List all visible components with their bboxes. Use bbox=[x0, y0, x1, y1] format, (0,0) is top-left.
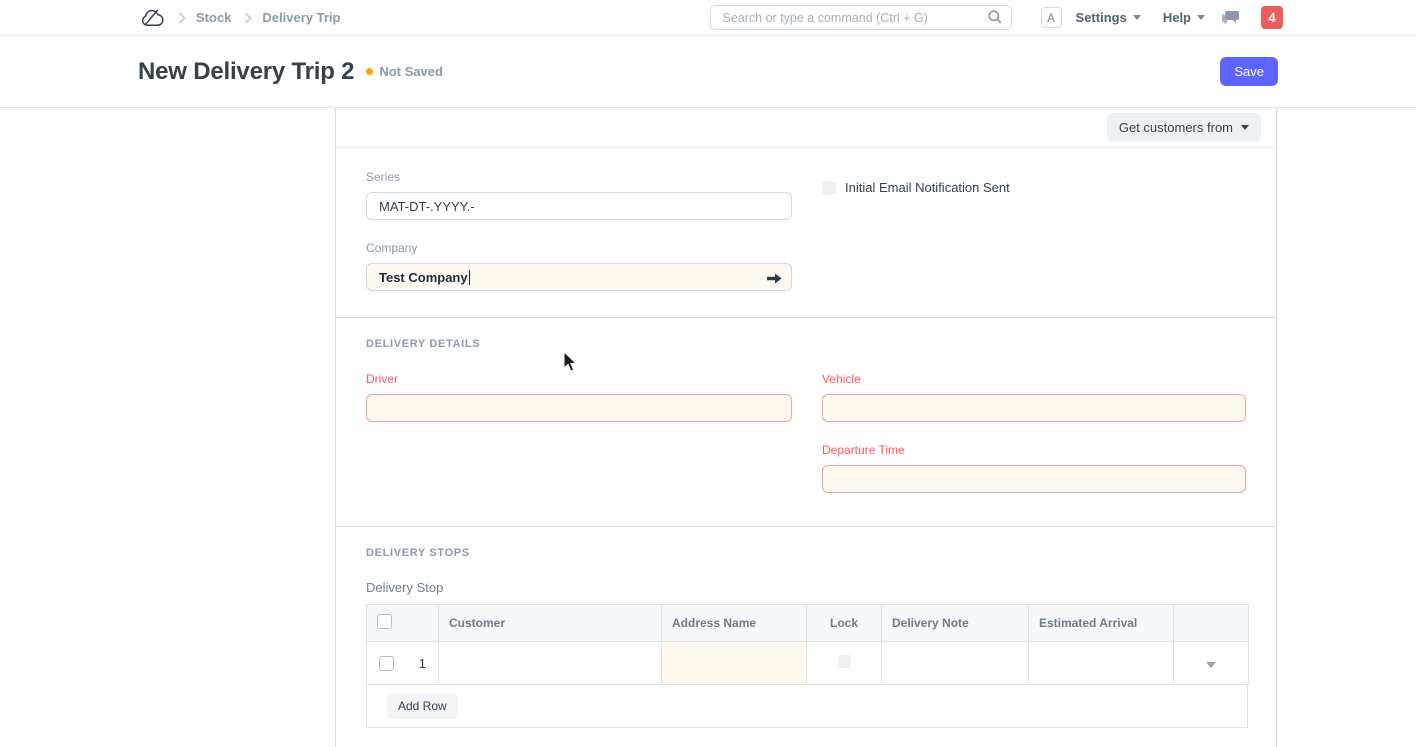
search-icon[interactable] bbox=[987, 9, 1003, 28]
notification-badge[interactable]: 4 bbox=[1261, 6, 1283, 29]
chevron-down-icon bbox=[1133, 15, 1141, 20]
vehicle-label: Vehicle bbox=[822, 372, 1246, 386]
settings-menu[interactable]: Settings bbox=[1076, 10, 1141, 25]
column-estimated-arrival: Estimated Arrival bbox=[1029, 605, 1174, 642]
chevron-down-icon bbox=[1241, 125, 1249, 130]
cell-estimated-arrival[interactable] bbox=[1029, 642, 1174, 685]
table-row: 1 bbox=[367, 642, 1249, 685]
departure-time-label: Departure Time bbox=[822, 443, 1246, 457]
lock-checkbox[interactable] bbox=[838, 655, 851, 668]
initial-email-label: Initial Email Notification Sent bbox=[845, 180, 1010, 195]
series-input[interactable] bbox=[366, 192, 792, 220]
cell-customer[interactable] bbox=[439, 642, 662, 685]
section-delivery-stops: DELIVERY STOPS Delivery Stop Customer Ad… bbox=[336, 527, 1276, 747]
save-button[interactable]: Save bbox=[1220, 57, 1278, 86]
breadcrumb-delivery-trip[interactable]: Delivery Trip bbox=[262, 10, 340, 25]
text-cursor bbox=[469, 270, 470, 285]
delivery-details-heading: DELIVERY DETAILS bbox=[366, 318, 1246, 350]
breadcrumb-stock[interactable]: Stock bbox=[196, 10, 231, 25]
column-customer: Customer bbox=[439, 605, 662, 642]
row-select-checkbox[interactable] bbox=[379, 656, 394, 671]
cell-address-name[interactable] bbox=[662, 642, 807, 685]
select-all-checkbox[interactable] bbox=[377, 614, 392, 629]
initial-email-checkbox[interactable] bbox=[822, 181, 836, 195]
status-indicator: Not Saved bbox=[366, 64, 443, 79]
form-card: Get customers from Series Company Test C… bbox=[335, 108, 1277, 747]
settings-label: Settings bbox=[1076, 10, 1127, 25]
triangle-down-icon[interactable] bbox=[1206, 662, 1216, 668]
company-label: Company bbox=[366, 241, 792, 255]
row-index: 1 bbox=[419, 656, 426, 671]
column-lock: Lock bbox=[807, 605, 882, 642]
search-input[interactable] bbox=[710, 5, 1012, 30]
open-link-arrow-icon[interactable] bbox=[767, 272, 782, 287]
get-customers-from-label: Get customers from bbox=[1119, 120, 1233, 135]
delivery-stop-grid: Customer Address Name Lock Delivery Note… bbox=[366, 604, 1249, 685]
status-text: Not Saved bbox=[379, 64, 443, 79]
page-head: New Delivery Trip 2 Not Saved Save bbox=[0, 36, 1416, 108]
section-main: Series Company Test Company Initial Emai… bbox=[336, 148, 1276, 318]
grid-footer: Add Row bbox=[366, 685, 1248, 728]
navbar-right: A Settings Help 4 bbox=[710, 5, 1283, 30]
help-label: Help bbox=[1163, 10, 1191, 25]
cell-lock[interactable] bbox=[807, 642, 882, 685]
add-row-button[interactable]: Add Row bbox=[387, 693, 458, 719]
departure-time-input[interactable] bbox=[822, 465, 1246, 493]
chat-bubbles-icon[interactable] bbox=[1222, 10, 1241, 26]
navbar: Stock Delivery Trip A Settings Help bbox=[0, 0, 1416, 36]
company-value: Test Company bbox=[379, 270, 468, 285]
vehicle-input[interactable] bbox=[822, 394, 1246, 422]
column-actions bbox=[1174, 605, 1249, 642]
chevron-down-icon bbox=[1197, 15, 1205, 20]
delivery-stop-table-label: Delivery Stop bbox=[366, 581, 1246, 595]
page-title: New Delivery Trip 2 bbox=[138, 58, 354, 86]
breadcrumb-chevron-icon bbox=[244, 12, 252, 24]
delivery-stops-heading: DELIVERY STOPS bbox=[366, 527, 1246, 559]
initial-email-notification-field[interactable]: Initial Email Notification Sent bbox=[822, 148, 1246, 195]
cell-row-menu[interactable] bbox=[1174, 642, 1249, 685]
series-label: Series bbox=[366, 148, 792, 184]
breadcrumb-chevron-icon bbox=[178, 12, 186, 24]
column-address-name: Address Name bbox=[662, 605, 807, 642]
cell-delivery-note[interactable] bbox=[882, 642, 1029, 685]
global-search bbox=[710, 5, 1012, 30]
driver-label: Driver bbox=[366, 372, 792, 386]
user-avatar[interactable]: A bbox=[1041, 7, 1062, 28]
app-logo-cloud-icon[interactable] bbox=[140, 6, 165, 29]
section-delivery-details: DELIVERY DETAILS Driver Vehicle Departur… bbox=[336, 318, 1276, 527]
get-customers-from-button[interactable]: Get customers from bbox=[1107, 113, 1261, 142]
orange-dot-icon bbox=[366, 68, 373, 75]
company-input[interactable]: Test Company bbox=[366, 263, 792, 291]
column-delivery-note: Delivery Note bbox=[882, 605, 1029, 642]
form-toolbar: Get customers from bbox=[336, 108, 1276, 148]
help-menu[interactable]: Help bbox=[1163, 10, 1205, 25]
driver-input[interactable] bbox=[366, 394, 792, 422]
grid-header-row: Customer Address Name Lock Delivery Note… bbox=[367, 605, 1249, 642]
